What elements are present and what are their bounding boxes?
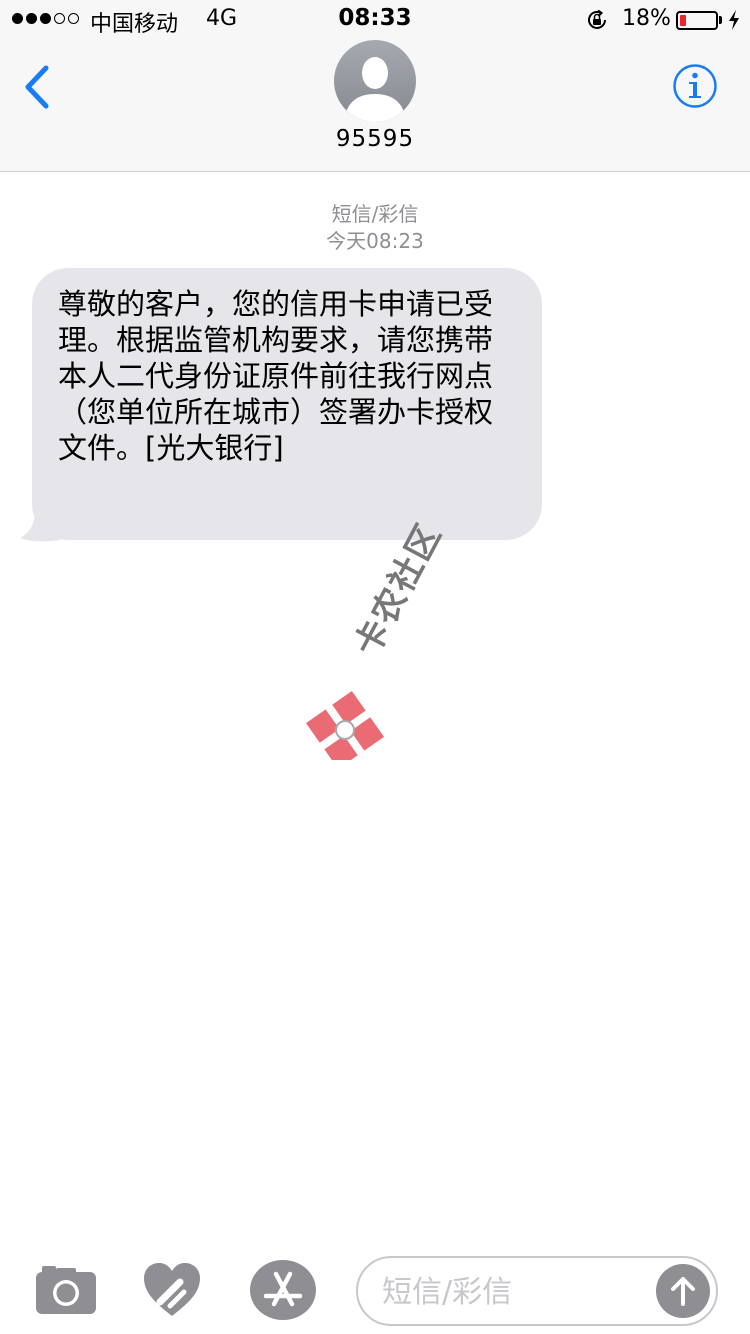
message-type-label: 短信/彩信 <box>331 202 419 226</box>
send-button[interactable] <box>656 1264 710 1318</box>
person-silhouette-icon <box>334 40 416 122</box>
message-bubble-incoming[interactable]: 尊敬的客户，您的信用卡申请已受理。根据监管机构要求，请您携带本人二代身份证原件前… <box>32 268 542 540</box>
chevron-left-icon[interactable] <box>20 64 54 110</box>
app-store-icon[interactable] <box>250 1260 316 1320</box>
digital-touch-heart-icon[interactable] <box>142 1262 202 1318</box>
battery-percent: 18% <box>622 6 671 31</box>
orientation-lock-icon <box>588 9 606 29</box>
message-text: 尊敬的客户，您的信用卡申请已受理。根据监管机构要求，请您携带本人二代身份证原件前… <box>58 287 494 465</box>
camera-icon[interactable] <box>36 1262 96 1314</box>
bolt-icon <box>729 10 739 30</box>
battery-level-fill <box>680 15 686 26</box>
message-timestamp: 今天08:23 <box>326 229 424 253</box>
battery-cap <box>719 16 722 24</box>
message-input-container[interactable] <box>356 1256 718 1326</box>
battery-icon <box>676 11 718 30</box>
status-bar: 中国移动 4G 08:33 18% <box>0 0 750 40</box>
contact-avatar[interactable] <box>334 40 416 122</box>
message-input[interactable] <box>380 1268 644 1316</box>
contact-name[interactable]: 95595 <box>0 126 750 152</box>
info-icon[interactable] <box>672 63 718 109</box>
arrow-up-icon <box>671 1277 695 1306</box>
